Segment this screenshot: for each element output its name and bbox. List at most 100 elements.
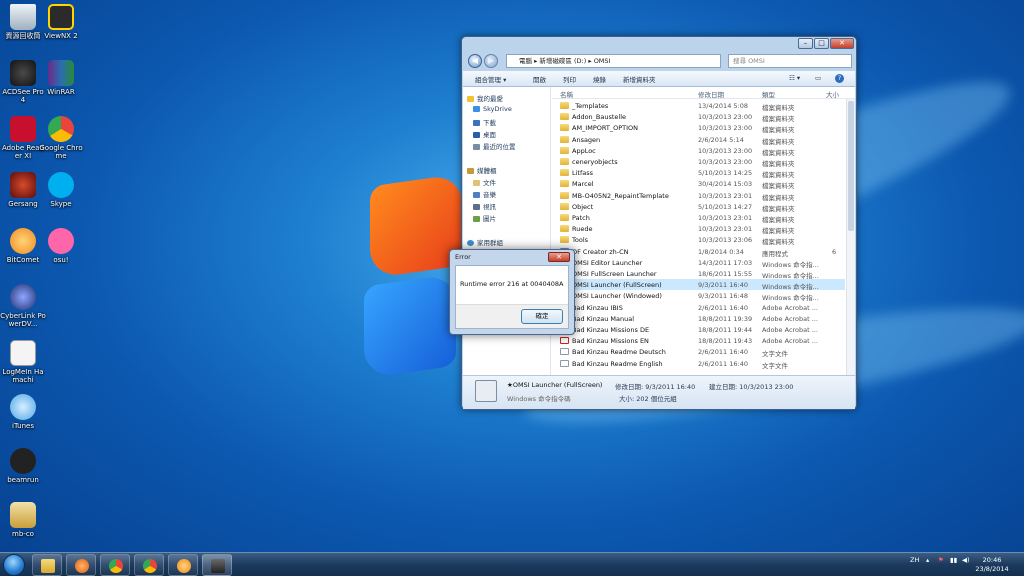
desktop-icon-mbco[interactable]: mb-co: [0, 502, 46, 538]
file-date: 10/3/2013 23:06: [698, 236, 753, 245]
vertical-scrollbar[interactable]: [846, 99, 855, 375]
file-row[interactable]: OMSI Editor Launcher 14/3/2011 17:03 Windo…: [552, 257, 845, 269]
preview-pane-icon[interactable]: ▭: [815, 74, 821, 82]
organize-button[interactable]: 組合管理 ▾: [475, 74, 506, 84]
file-list[interactable]: 名稱 修改日期 類型 大小 _Templates 13/4/2014 5:08 檔案…: [552, 87, 855, 375]
taskbar-bitcomet[interactable]: [168, 554, 198, 576]
desktop-icon-skype[interactable]: Skype: [38, 172, 84, 208]
desktop-icon-beamrun[interactable]: beamrun: [0, 448, 46, 484]
file-row[interactable]: AM_IMPORT_OPTION 10/3/2013 23:00 檔案資料夾: [552, 122, 845, 134]
window-title-bar[interactable]: – □ ✕: [462, 37, 856, 51]
nav-skydrive[interactable]: SkyDrive: [473, 105, 512, 113]
file-row[interactable]: Object 5/10/2013 14:27 檔案資料夾: [552, 201, 845, 213]
column-name[interactable]: 名稱: [560, 89, 573, 99]
desktop-icon-hamachi[interactable]: LogMeIn Hamachi: [0, 340, 46, 384]
dialog-close-button[interactable]: ✕: [548, 252, 570, 262]
desktop-icon-label: mb-co: [12, 530, 34, 538]
omsi-app-icon: [211, 559, 225, 573]
column-size[interactable]: 大小: [826, 89, 839, 99]
print-button[interactable]: 列印: [563, 74, 576, 84]
file-row[interactable]: Bad Kinzau Missions EN 18/8/2011 19:43 Ado…: [552, 335, 845, 346]
breadcrumb-drive[interactable]: 新增磁碟區 (D:): [539, 57, 586, 65]
desktop-icon-viewnx[interactable]: ViewNX 2: [38, 4, 84, 40]
file-row[interactable]: Marcel 30/4/2014 15:03 檔案資料夾: [552, 178, 845, 190]
chrome-icon: [109, 559, 123, 573]
ime-indicator[interactable]: ZH: [910, 556, 919, 564]
nav-recent[interactable]: 最近的位置: [473, 141, 516, 151]
file-row[interactable]: Addon_Baustelle 10/3/2013 23:00 檔案資料夾: [552, 111, 845, 123]
explorer-window[interactable]: – □ ✕ ◀ ▶ 電腦 ▸ 新增磁碟區 (D:) ▸ OMSI 搜尋 OMSI…: [461, 36, 857, 410]
start-button[interactable]: [3, 554, 25, 576]
forward-button[interactable]: ▶: [484, 54, 498, 68]
file-row[interactable]: MB-O405N2_RepaintTemplate 10/3/2013 23:01…: [552, 190, 845, 202]
show-hidden-icons[interactable]: ▴: [926, 556, 929, 564]
nav-music[interactable]: 音樂: [473, 189, 496, 199]
nav-pictures[interactable]: 圖片: [473, 213, 496, 223]
minimize-button[interactable]: –: [798, 38, 813, 49]
desktop-icon-powerdvd[interactable]: CyberLink PowerDV...: [0, 284, 46, 328]
column-date[interactable]: 修改日期: [698, 89, 724, 99]
file-row[interactable]: Bad Kinzau Manual 18/8/2011 19:39 Adobe Ac…: [552, 313, 845, 324]
file-row[interactable]: OMSI Launcher (FullScreen) 9/3/2011 16:40…: [552, 279, 845, 291]
taskbar-media-player[interactable]: [66, 554, 96, 576]
nav-favorites[interactable]: 我的最愛: [467, 93, 503, 103]
help-icon[interactable]: ?: [835, 74, 844, 83]
new-folder-button[interactable]: 新增資料夾: [623, 74, 656, 84]
file-row[interactable]: Bad Kinzau IBIS 2/6/2011 16:40 Adobe Acrob…: [552, 302, 845, 313]
network-icon[interactable]: ▮▮: [950, 556, 957, 564]
scrollbar-thumb[interactable]: [848, 101, 854, 231]
desktop-icon-chrome[interactable]: Google Chrome: [38, 116, 84, 160]
view-options-icon[interactable]: ☷ ▾: [789, 74, 800, 82]
open-button[interactable]: 開啟: [533, 74, 546, 84]
nav-libraries[interactable]: 媒體櫃: [467, 165, 497, 175]
nav-desktop[interactable]: 桌面: [473, 129, 496, 139]
address-bar[interactable]: 電腦 ▸ 新增磁碟區 (D:) ▸ OMSI: [506, 54, 721, 68]
taskbar-explorer[interactable]: [32, 554, 62, 576]
ok-button[interactable]: 確定: [521, 309, 563, 324]
nav-documents[interactable]: 文件: [473, 177, 496, 187]
column-type[interactable]: 類型: [762, 89, 775, 99]
nav-videos[interactable]: 視訊: [473, 201, 496, 211]
desktop-icon-itunes[interactable]: iTunes: [0, 394, 46, 430]
file-name: Bad Kinzau Missions EN: [572, 337, 649, 346]
file-row[interactable]: Bad Kinzau Missions DE 18/8/2011 19:44 Ado…: [552, 324, 845, 335]
desktop-icon-osu[interactable]: osu!: [38, 228, 84, 264]
search-input[interactable]: 搜尋 OMSI: [728, 54, 852, 68]
file-date: 10/3/2013 23:00: [698, 124, 753, 133]
file-row[interactable]: _Templates 13/4/2014 5:08 檔案資料夾: [552, 100, 845, 112]
breadcrumb-omsi[interactable]: OMSI: [594, 57, 611, 65]
file-row[interactable]: Ruede 10/3/2013 23:01 檔案資料夾: [552, 223, 845, 235]
file-row[interactable]: Ansagen 2/6/2014 5:14 檔案資料夾: [552, 134, 845, 146]
nav-homegroup[interactable]: 家用群組: [467, 237, 503, 247]
file-row[interactable]: OF Creator zh-CN 1/8/2014 0:34 應用程式 6: [552, 246, 845, 258]
action-center-flag-icon[interactable]: ⚑: [938, 556, 944, 564]
desktop-icon-winrar[interactable]: WinRAR: [38, 60, 84, 96]
file-row[interactable]: OMSI Launcher (Windowed) 9/3/2011 16:48 Wi…: [552, 290, 845, 302]
taskbar-chrome-2[interactable]: [134, 554, 164, 576]
file-row[interactable]: Bad Kinzau Readme English 2/6/2011 16:40 文…: [552, 358, 845, 370]
taskbar-chrome[interactable]: [100, 554, 130, 576]
itunes-icon: [10, 394, 36, 420]
details-size: 大小: 202 個位元組: [619, 395, 677, 403]
breadcrumb-computer[interactable]: 電腦: [519, 57, 532, 65]
taskbar-omsi[interactable]: [202, 554, 232, 576]
system-clock[interactable]: 20:46 23/8/2014: [970, 556, 1014, 574]
file-date: 1/8/2014 0:34: [698, 247, 744, 256]
file-name: Ansagen: [572, 135, 601, 144]
file-row[interactable]: ceneryobjects 10/3/2013 23:00 檔案資料夾: [552, 156, 845, 168]
error-dialog[interactable]: Error ✕ Runtime error 216 at 0040408A 確定: [449, 249, 575, 335]
file-row[interactable]: Litfass 5/10/2013 14:25 檔案資料夾: [552, 167, 845, 179]
file-type: Adobe Acrobat ...: [762, 314, 818, 323]
nav-downloads[interactable]: 下載: [473, 117, 496, 127]
file-name: Bad Kinzau IBIS: [572, 303, 623, 312]
maximize-button[interactable]: □: [814, 38, 829, 49]
burn-button[interactable]: 燒錄: [593, 74, 606, 84]
back-button[interactable]: ◀: [468, 54, 482, 68]
volume-icon[interactable]: ◀): [962, 556, 970, 564]
file-row[interactable]: Patch 10/3/2013 23:01 檔案資料夾: [552, 212, 845, 224]
file-row[interactable]: Tools 10/3/2013 23:06 檔案資料夾: [552, 234, 845, 246]
file-row[interactable]: Bad Kinzau Readme Deutsch 2/6/2011 16:40 文…: [552, 346, 845, 358]
file-row[interactable]: AppLoc 10/3/2013 23:00 檔案資料夾: [552, 145, 845, 157]
file-row[interactable]: OMSI FullScreen Launcher 18/6/2011 15:55 W…: [552, 268, 845, 280]
close-button[interactable]: ✕: [830, 38, 854, 49]
